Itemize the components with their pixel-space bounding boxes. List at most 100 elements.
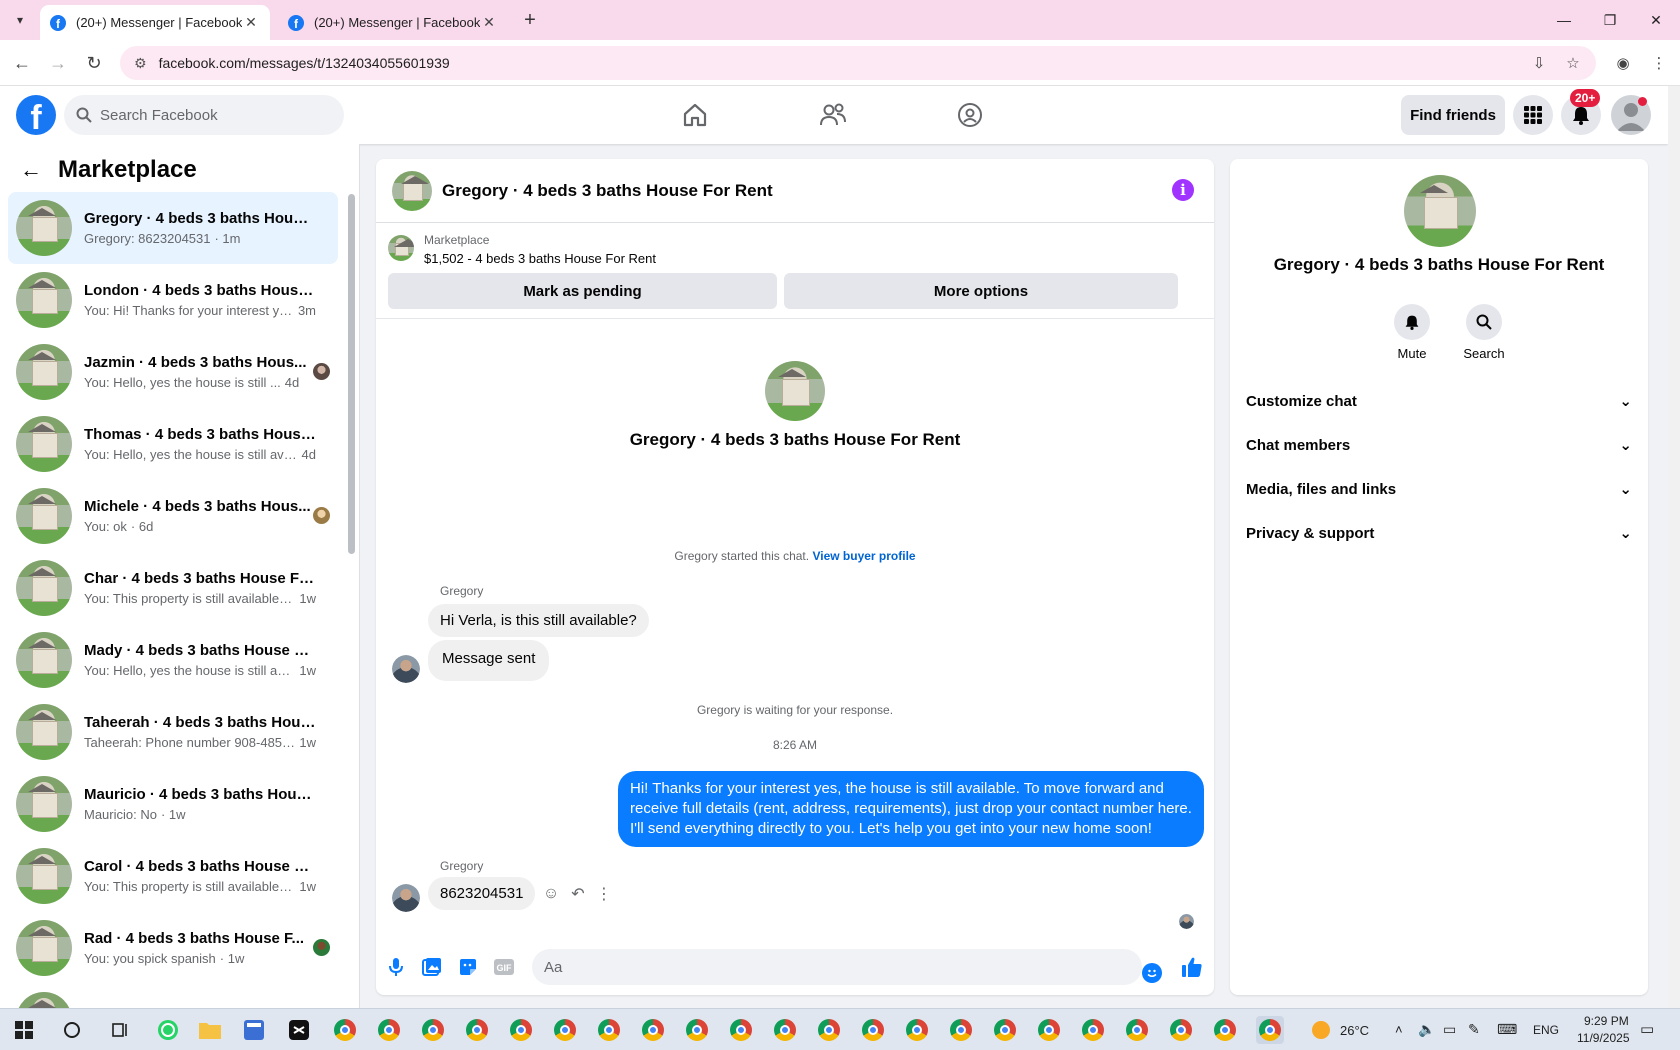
outgoing-message[interactable]: Hi! Thanks for your interest yes, the ho… xyxy=(618,771,1204,847)
more-options-button[interactable]: More options xyxy=(784,273,1178,309)
keyboard-icon[interactable]: ⌨ xyxy=(1497,1021,1517,1038)
bookmark-star-icon[interactable]: ☆ xyxy=(1562,52,1584,74)
incoming-message[interactable]: Hi Verla, is this still available? xyxy=(428,604,649,637)
attach-photo-icon[interactable] xyxy=(420,955,444,979)
calculator-icon[interactable] xyxy=(240,1016,268,1044)
chat-members-row[interactable]: Chat members ⌄ xyxy=(1246,425,1632,465)
voice-clip-icon[interactable] xyxy=(384,955,408,979)
chat-title[interactable]: Gregory · 4 beds 3 baths House For Rent xyxy=(442,181,773,201)
back-arrow-icon[interactable]: ← xyxy=(20,157,42,183)
chrome-taskbar-icon[interactable] xyxy=(463,1016,491,1044)
pen-icon[interactable]: ✎ xyxy=(1468,1021,1480,1038)
close-tab-icon[interactable]: ✕ xyxy=(480,14,498,31)
gif-icon[interactable]: GIF xyxy=(492,955,516,979)
restore-icon[interactable]: ❐ xyxy=(1587,0,1633,40)
chrome-taskbar-icon[interactable] xyxy=(551,1016,579,1044)
page-scrollbar[interactable] xyxy=(1668,86,1680,1008)
language-indicator[interactable]: ENG xyxy=(1533,1023,1559,1037)
file-explorer-icon[interactable] xyxy=(196,1016,224,1044)
mark-as-pending-button[interactable]: Mark as pending xyxy=(388,273,777,309)
task-view-icon[interactable] xyxy=(106,1016,134,1044)
friends-nav-icon[interactable] xyxy=(778,95,888,135)
capcut-icon[interactable] xyxy=(285,1016,313,1044)
info-avatar[interactable] xyxy=(1404,175,1476,247)
home-nav-icon[interactable] xyxy=(640,95,750,135)
conversation-item[interactable]: Char · 4 beds 3 baths House For ... You: … xyxy=(8,552,338,624)
chrome-taskbar-icon[interactable] xyxy=(419,1016,447,1044)
chevron-up-icon[interactable]: ˄ xyxy=(1395,1022,1403,1037)
minimize-icon[interactable]: — xyxy=(1541,0,1587,40)
site-info-icon[interactable]: ⚙ xyxy=(134,55,147,72)
chrome-taskbar-icon[interactable] xyxy=(1123,1016,1151,1044)
conversation-item[interactable]: Mauricio · 4 beds 3 baths House... Mauric… xyxy=(8,768,338,840)
conversation-item[interactable]: Johanna · 4 beds 3 baths House... xyxy=(8,984,338,1008)
search-in-chat-button[interactable]: Search xyxy=(1454,304,1514,361)
close-window-icon[interactable]: ✕ xyxy=(1633,0,1679,40)
tab-search-dropdown-icon[interactable]: ▾ xyxy=(8,8,32,32)
forward-arrow-icon[interactable]: → xyxy=(44,49,72,77)
react-emoji-icon[interactable]: ☺ xyxy=(541,884,561,904)
conversation-item[interactable]: Taheerah · 4 beds 3 baths House... Taheer… xyxy=(8,696,338,768)
weather-sun-icon[interactable] xyxy=(1307,1016,1335,1044)
incoming-message[interactable]: Message sent xyxy=(428,640,550,681)
clock-date[interactable]: 11/9/2025 xyxy=(1577,1031,1630,1045)
clock-time[interactable]: 9:29 PM xyxy=(1584,1014,1629,1028)
chrome-taskbar-icon[interactable] xyxy=(991,1016,1019,1044)
message-input[interactable]: Aa xyxy=(532,949,1142,985)
mute-button[interactable]: Mute xyxy=(1382,304,1442,361)
chrome-taskbar-icon-active[interactable] xyxy=(1256,1016,1284,1044)
weather-temperature[interactable]: 26°C xyxy=(1340,1023,1369,1038)
new-tab-button[interactable]: + xyxy=(518,9,542,33)
install-app-icon[interactable]: ⇩ xyxy=(1528,52,1550,74)
conversation-item[interactable]: Rad · 4 beds 3 baths House F... You: you … xyxy=(8,912,338,984)
notification-center-icon[interactable]: ▭ xyxy=(1640,1020,1654,1038)
volume-icon[interactable]: 🔈 xyxy=(1418,1021,1435,1038)
conversation-item[interactable]: Thomas · 4 beds 3 baths House ... You: He… xyxy=(8,408,338,480)
chrome-taskbar-icon[interactable] xyxy=(683,1016,711,1044)
conversation-item[interactable]: Mady · 4 beds 3 baths House Fo... You: He… xyxy=(8,624,338,696)
conversation-item[interactable]: London · 4 beds 3 baths House ... You: Hi… xyxy=(8,264,338,336)
emoji-picker-icon[interactable] xyxy=(1142,963,1162,983)
chrome-taskbar-icon[interactable] xyxy=(331,1016,359,1044)
privacy-support-row[interactable]: Privacy & support ⌄ xyxy=(1246,513,1632,553)
back-arrow-icon[interactable]: ← xyxy=(8,49,36,77)
network-icon[interactable]: ▭ xyxy=(1443,1021,1456,1038)
chrome-taskbar-icon[interactable] xyxy=(375,1016,403,1044)
menu-grid-icon[interactable] xyxy=(1513,95,1553,135)
incoming-message[interactable]: 8623204531 xyxy=(428,877,536,910)
profile-icon[interactable]: ◉ xyxy=(1612,52,1634,74)
conversation-item[interactable]: Carol · 4 beds 3 baths House For... You: … xyxy=(8,840,338,912)
conversation-item[interactable]: Michele · 4 beds 3 baths Hous... You: ok ·… xyxy=(8,480,338,552)
listing-price-title[interactable]: $1,502 - 4 beds 3 baths House For Rent xyxy=(424,251,656,266)
groups-nav-icon[interactable] xyxy=(915,95,1025,135)
chat-avatar[interactable] xyxy=(392,170,432,211)
browser-tab[interactable]: f (20+) Messenger | Facebook ✕ xyxy=(278,5,508,40)
listing-thumbnail[interactable] xyxy=(388,235,414,261)
chrome-taskbar-icon[interactable] xyxy=(727,1016,755,1044)
chrome-taskbar-icon[interactable] xyxy=(1079,1016,1107,1044)
browser-menu-icon[interactable]: ⋮ xyxy=(1648,52,1670,74)
media-files-links-row[interactable]: Media, files and links ⌄ xyxy=(1246,469,1632,509)
sidebar-scrollbar[interactable] xyxy=(348,194,355,554)
facebook-logo-icon[interactable]: f xyxy=(16,95,56,135)
sticker-icon[interactable] xyxy=(456,955,480,979)
more-actions-icon[interactable]: ⋮ xyxy=(594,884,614,904)
conversation-item[interactable]: Jazmin · 4 beds 3 baths Hous... You: Hell… xyxy=(8,336,338,408)
chrome-taskbar-icon[interactable] xyxy=(947,1016,975,1044)
chrome-taskbar-icon[interactable] xyxy=(903,1016,931,1044)
reply-icon[interactable]: ↶ xyxy=(568,884,588,904)
chrome-taskbar-icon[interactable] xyxy=(815,1016,843,1044)
customize-chat-row[interactable]: Customize chat ⌄ xyxy=(1246,381,1632,421)
chrome-taskbar-icon[interactable] xyxy=(771,1016,799,1044)
search-circle-icon[interactable] xyxy=(58,1016,86,1044)
reload-icon[interactable]: ↻ xyxy=(80,49,108,77)
chrome-taskbar-icon[interactable] xyxy=(595,1016,623,1044)
like-thumbs-up-icon[interactable] xyxy=(1180,955,1204,979)
find-friends-button[interactable]: Find friends xyxy=(1401,95,1505,135)
view-buyer-profile-link[interactable]: View buyer profile xyxy=(812,549,915,563)
url-bar[interactable]: ⚙ facebook.com/messages/t/13240340556019… xyxy=(120,46,1596,80)
close-tab-icon[interactable]: ✕ xyxy=(242,14,260,31)
chrome-taskbar-icon[interactable] xyxy=(859,1016,887,1044)
windows-start-icon[interactable] xyxy=(10,1016,38,1044)
conversation-item[interactable]: Gregory · 4 beds 3 baths House ... Gregor… xyxy=(8,192,338,264)
